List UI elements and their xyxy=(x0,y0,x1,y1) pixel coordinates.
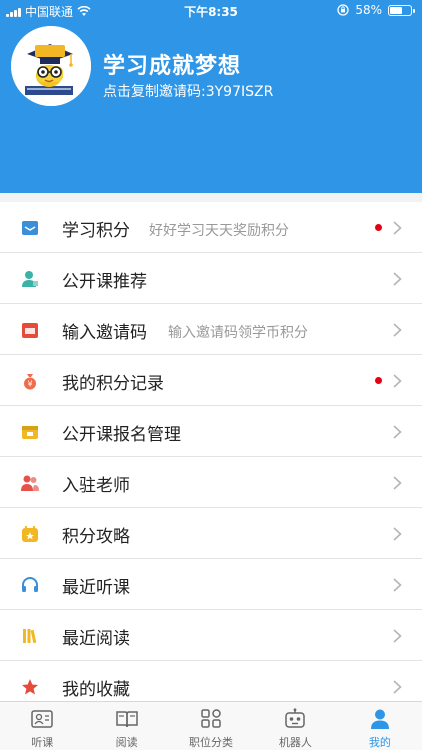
menu-list: 学习积分 好好学习天天奖励积分公开课推荐输入邀请码 输入邀请码领学币积分 ¥ 我的积分记… xyxy=(0,202,422,712)
copy-invite-code[interactable]: 点击复制邀请码:3Y97ISZR xyxy=(103,81,273,101)
notification-dot xyxy=(375,224,382,231)
chevron-right-icon xyxy=(393,577,402,592)
person-icon xyxy=(368,708,392,730)
tab-label: 听课 xyxy=(31,736,54,749)
menu-item-label: 我的积分记录 xyxy=(62,374,164,394)
id-card-icon xyxy=(30,708,54,730)
notification-dot xyxy=(375,377,382,384)
tab-bar: 听课 阅读 职位分类 机器人 我的 xyxy=(0,701,422,750)
menu-item-label: 积分攻略 xyxy=(62,527,130,547)
battery-percent: 58% xyxy=(355,3,382,17)
tab-5[interactable]: 我的 xyxy=(338,702,422,750)
menu-item-label: 最近听课 xyxy=(62,578,130,598)
menu-item-5[interactable]: 公开课报名管理 xyxy=(0,406,422,457)
tab-3[interactable]: 职位分类 xyxy=(169,702,253,750)
tab-label: 职位分类 xyxy=(189,736,234,749)
svg-text:¥: ¥ xyxy=(27,380,32,389)
profile-title: 学习成就梦想 xyxy=(103,54,242,79)
signup-box-icon xyxy=(21,423,39,441)
chevron-right-icon xyxy=(393,220,402,235)
star-icon xyxy=(21,678,39,696)
menu-item-4[interactable]: ¥ 我的积分记录 xyxy=(0,355,422,406)
chevron-right-icon xyxy=(393,373,402,388)
tab-2[interactable]: 阅读 xyxy=(84,702,168,750)
menu-item-2[interactable]: 公开课推荐 xyxy=(0,253,422,304)
chevron-right-icon xyxy=(393,679,402,694)
chevron-right-icon xyxy=(393,628,402,643)
battery-icon xyxy=(388,4,415,16)
menu-item-6[interactable]: 入驻老师 xyxy=(0,457,422,508)
profile-header: 学习成就梦想 点击复制邀请码:3Y97ISZR xyxy=(0,22,422,193)
envelope-icon xyxy=(21,219,39,237)
grid-icon xyxy=(199,708,223,730)
tab-label: 我的 xyxy=(368,736,391,749)
chevron-right-icon xyxy=(393,526,402,541)
open-book-icon xyxy=(115,708,139,730)
chevron-right-icon xyxy=(393,322,402,337)
money-bag-icon: ¥ xyxy=(21,372,39,390)
headphones-icon xyxy=(21,576,39,594)
avatar[interactable] xyxy=(11,26,91,106)
menu-item-9[interactable]: 最近阅读 xyxy=(0,610,422,661)
menu-item-label: 输入邀请码 xyxy=(62,323,147,343)
users-icon xyxy=(21,474,39,492)
tab-label: 机器人 xyxy=(278,736,312,749)
menu-item-label: 学习积分 xyxy=(62,221,130,241)
menu-item-7[interactable]: 积分攻略 xyxy=(0,508,422,559)
tab-4[interactable]: 机器人 xyxy=(253,702,337,750)
star-box-icon xyxy=(21,525,39,543)
student-mascot-icon xyxy=(11,26,91,106)
tab-1[interactable]: 听课 xyxy=(0,702,84,750)
menu-item-label: 最近阅读 xyxy=(62,629,130,649)
menu-item-8[interactable]: 最近听课 xyxy=(0,559,422,610)
profile-page: 中国联通 下午8:35 58% 学习成就梦想 点击复制邀请码:3Y97ISZR … xyxy=(0,0,422,750)
books-icon xyxy=(21,627,39,645)
calendar-icon xyxy=(21,321,39,339)
chevron-right-icon xyxy=(393,271,402,286)
orientation-lock-icon xyxy=(337,4,349,16)
menu-item-3[interactable]: 输入邀请码 输入邀请码领学币积分 xyxy=(0,304,422,355)
menu-item-label: 公开课报名管理 xyxy=(62,425,181,445)
menu-item-label: 入驻老师 xyxy=(62,476,130,496)
status-bar: 中国联通 下午8:35 58% xyxy=(0,0,422,22)
menu-item-subtitle: 好好学习天天奖励积分 xyxy=(149,223,289,239)
menu-item-label: 公开课推荐 xyxy=(62,272,147,292)
robot-icon xyxy=(283,708,307,730)
menu-item-label: 我的收藏 xyxy=(62,680,130,700)
user-teacher-icon xyxy=(21,270,39,288)
tab-label: 阅读 xyxy=(115,736,138,749)
menu-item-subtitle: 输入邀请码领学币积分 xyxy=(168,325,308,341)
chevron-right-icon xyxy=(393,424,402,439)
menu-item-1[interactable]: 学习积分 好好学习天天奖励积分 xyxy=(0,202,422,253)
chevron-right-icon xyxy=(393,475,402,490)
